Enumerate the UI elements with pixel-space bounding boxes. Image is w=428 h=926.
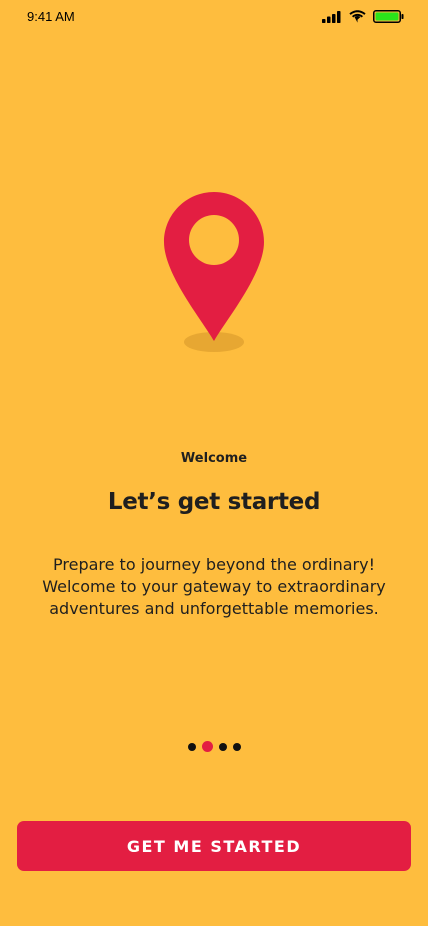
location-pin-icon — [164, 192, 264, 352]
page-dot-1[interactable] — [187, 742, 196, 751]
cellular-signal-icon — [322, 10, 342, 23]
welcome-eyebrow: Welcome — [180, 451, 248, 466]
page-dot-2-active[interactable] — [201, 741, 213, 752]
page-dot-3[interactable] — [218, 742, 227, 751]
battery-icon — [373, 10, 404, 23]
onboarding-screen: 9:41 AM Welcome Let’s get started Prepar… — [0, 0, 428, 926]
status-icons — [322, 9, 404, 24]
page-dot-4[interactable] — [232, 742, 241, 751]
get-started-button[interactable]: GET ME STARTED — [17, 821, 411, 871]
status-time: 9:41 AM — [27, 9, 75, 24]
description-text: Prepare to journey beyond the ordinary! … — [42, 555, 386, 618]
status-bar: 9:41 AM — [0, 0, 428, 34]
page-title: Let’s get started — [107, 489, 321, 515]
page-indicator — [0, 741, 428, 752]
wifi-icon — [349, 10, 366, 23]
location-pin-illustration — [162, 190, 266, 355]
